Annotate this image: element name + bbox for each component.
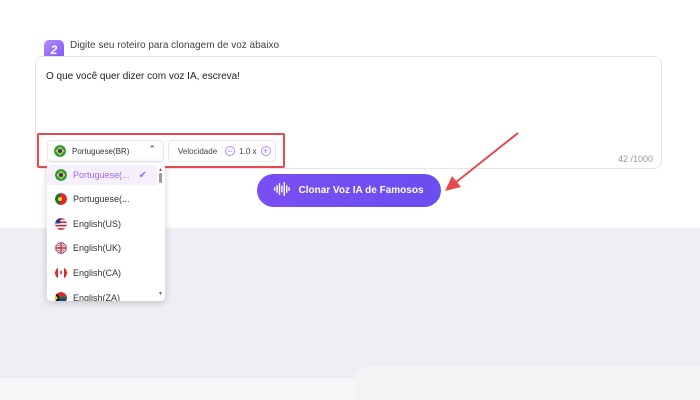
dropdown-item-label: English(CA) — [73, 268, 122, 278]
brazil-flag-icon — [55, 169, 67, 181]
dropdown-scrollbar[interactable]: ▲ ▼ — [158, 167, 163, 297]
language-dropdown: Portuguese(... ✔ Portuguese(... English(… — [47, 163, 165, 301]
scroll-down-icon[interactable]: ▼ — [158, 291, 163, 297]
dropdown-item-english-us[interactable]: English(US) — [47, 214, 157, 234]
step-title: Digite seu roteiro para clonagem de voz … — [70, 40, 280, 51]
dropdown-item-label: Portuguese(... — [73, 194, 130, 204]
script-text[interactable]: O que você quer dizer com voz IA, escrev… — [46, 71, 240, 82]
waveform-icon — [274, 182, 291, 199]
dropdown-item-portuguese-br[interactable]: Portuguese(... ✔ — [47, 165, 157, 185]
dropdown-item-label: English(ZA) — [73, 293, 121, 301]
clone-voice-button-label: Clonar Voz IA de Famosos — [298, 185, 424, 196]
dropdown-item-label: English(US) — [73, 219, 122, 229]
usa-flag-icon — [55, 218, 67, 230]
uk-flag-icon — [55, 242, 67, 254]
portugal-flag-icon — [55, 193, 67, 205]
dropdown-item-english-uk[interactable]: English(UK) — [47, 238, 157, 258]
scrollbar-thumb[interactable] — [159, 173, 162, 183]
clone-voice-button[interactable]: Clonar Voz IA de Famosos — [257, 174, 441, 207]
dropdown-item-label: Portuguese(... — [73, 170, 130, 180]
check-icon: ✔ — [138, 169, 147, 181]
dropdown-item-portuguese-pt[interactable]: Portuguese(... — [47, 189, 157, 209]
dropdown-item-english-za[interactable]: English(ZA) — [47, 288, 157, 301]
canada-flag-icon — [55, 267, 67, 279]
south-africa-flag-icon — [55, 292, 67, 301]
dropdown-item-label: English(UK) — [73, 243, 122, 253]
bottom-card — [355, 366, 700, 400]
character-counter: 42 /1000 — [617, 154, 653, 164]
dropdown-item-english-ca[interactable]: English(CA) — [47, 263, 157, 283]
